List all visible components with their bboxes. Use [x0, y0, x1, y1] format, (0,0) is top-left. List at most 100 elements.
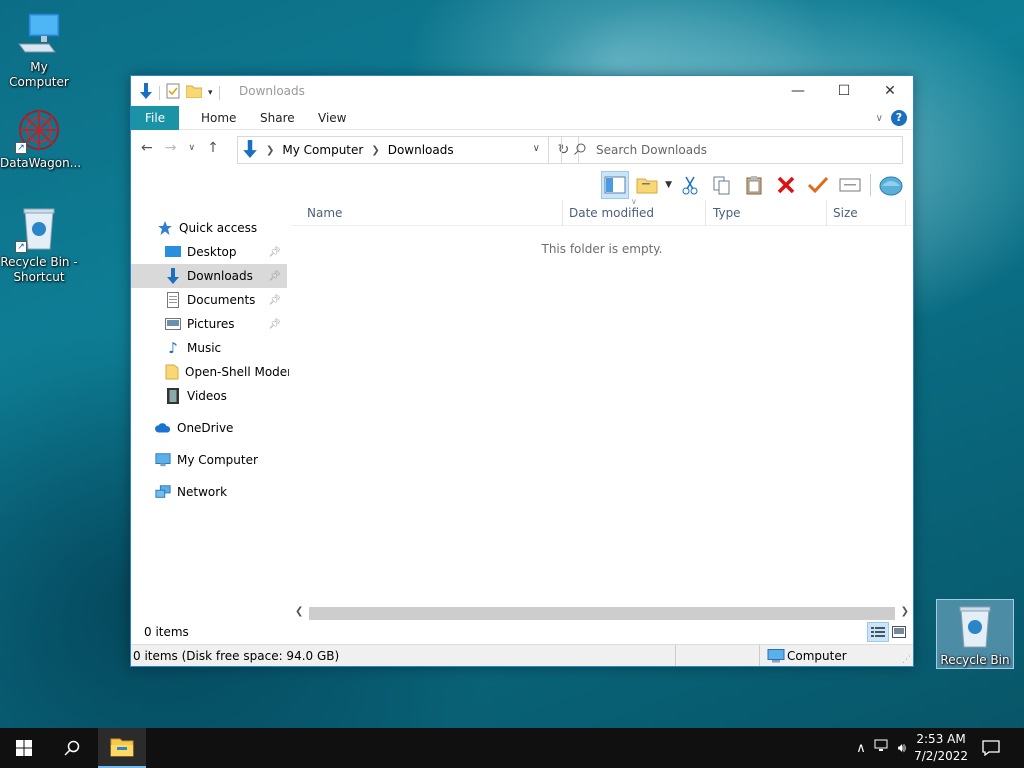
sidebar-item-onedrive[interactable]: OneDrive	[131, 416, 287, 440]
sidebar-item-label: Network	[177, 485, 228, 499]
pin-icon[interactable]: 📌︎	[268, 295, 281, 306]
up-arrow-icon[interactable]: ↑	[207, 140, 219, 156]
column-header-name[interactable]: Name	[307, 206, 342, 220]
ribbon-right-controls: ∨ ?	[876, 110, 907, 126]
tab-share[interactable]: Share	[246, 106, 309, 130]
address-dropdown-icon[interactable]: ∨	[533, 143, 540, 154]
copy-icon[interactable]	[708, 171, 736, 199]
details-status-bar: 0 items (Disk free space: 94.0 GB) Compu…	[131, 644, 913, 666]
item-count: 0 items	[144, 625, 189, 639]
column-divider[interactable]	[562, 200, 563, 226]
network-icon	[155, 484, 171, 500]
sidebar-item-downloads[interactable]: Downloads 📌︎	[131, 264, 287, 288]
column-divider[interactable]	[826, 200, 827, 226]
column-header-type[interactable]: Type	[713, 206, 741, 220]
desktop-icon-my-computer[interactable]: My Computer	[0, 10, 78, 90]
volume-icon[interactable]: 🔊︎	[898, 741, 906, 756]
breadcrumb-chevron-icon[interactable]: ❯	[371, 145, 379, 156]
new-folder-icon[interactable]	[633, 171, 661, 199]
breadcrumb-chevron-icon[interactable]: ❯	[266, 145, 274, 156]
sidebar-item-quick-access[interactable]: Quick access	[131, 216, 287, 240]
nav-arrows: ← → ∨ ↑	[141, 140, 219, 156]
back-arrow-icon[interactable]: ←	[141, 140, 153, 156]
desktop-icon-recycle-bin[interactable]: Recycle Bin	[936, 599, 1014, 669]
recycle-bin-icon	[951, 603, 999, 651]
column-divider[interactable]	[705, 200, 706, 226]
taskbar-file-explorer[interactable]	[98, 728, 146, 768]
breadcrumb-my-computer[interactable]: My Computer	[282, 143, 363, 157]
scrollbar-thumb[interactable]	[309, 607, 895, 620]
sort-indicator-icon: ∨	[631, 197, 637, 206]
column-header-size[interactable]: Size	[833, 206, 858, 220]
tab-home[interactable]: Home	[187, 106, 250, 130]
breadcrumb-downloads[interactable]: Downloads	[388, 143, 454, 157]
sidebar-item-my-computer[interactable]: My Computer	[131, 448, 287, 472]
location-label: Computer	[787, 649, 847, 663]
column-header-date-modified[interactable]: Date modified	[569, 206, 654, 220]
download-arrow-icon	[139, 83, 153, 102]
file-list-pane[interactable]: Name Date modified ∨ Type Size This fold…	[291, 197, 913, 642]
notification-icon	[982, 740, 1000, 756]
sidebar-item-pictures[interactable]: Pictures 📌︎	[131, 312, 287, 336]
tab-file[interactable]: File	[131, 106, 180, 130]
search-icon	[574, 143, 586, 158]
details-view-button[interactable]	[867, 622, 889, 642]
item-status-bar: 0 items	[131, 621, 913, 643]
clock-time: 2:53 AM	[916, 732, 966, 746]
dropdown-arrow-icon[interactable]: ▼	[665, 180, 672, 190]
properties-icon[interactable]	[166, 83, 180, 102]
sidebar-item-desktop[interactable]: Desktop 📌︎	[131, 240, 287, 264]
scroll-left-arrow-icon[interactable]: ❮	[295, 606, 303, 617]
pin-icon[interactable]: 📌︎	[268, 271, 281, 282]
sidebar-item-label: Desktop	[187, 245, 237, 259]
expand-ribbon-icon[interactable]: ∨	[876, 113, 883, 124]
sidebar-item-label: Downloads	[187, 269, 253, 283]
forward-arrow-icon[interactable]: →	[165, 140, 177, 156]
sidebar-item-network[interactable]: Network	[131, 480, 287, 504]
sidebar-item-music[interactable]: ♪ Music	[131, 336, 287, 360]
sidebar-item-documents[interactable]: Documents 📌︎	[131, 288, 287, 312]
help-icon[interactable]: ?	[891, 110, 907, 126]
desktop-icon-datawagon[interactable]: ↗ DataWagon...	[0, 106, 81, 171]
resize-grip-icon[interactable]: ⋰	[902, 655, 911, 665]
details-view-icon	[871, 627, 885, 637]
large-icons-view-button[interactable]	[889, 622, 909, 642]
system-clock[interactable]: 2:53 AM 7/2/2022	[914, 731, 968, 765]
tab-view[interactable]: View	[304, 106, 360, 130]
sidebar-item-videos[interactable]: Videos	[131, 384, 287, 408]
maximize-button[interactable]: ☐	[821, 76, 867, 106]
pin-icon[interactable]: 📌︎	[268, 319, 281, 330]
window-controls: — ☐ ✕	[775, 76, 913, 106]
sidebar-item-label: Open-Shell Modern	[185, 365, 289, 379]
recent-locations-icon[interactable]: ∨	[188, 143, 195, 153]
new-folder-icon[interactable]	[185, 84, 203, 101]
close-button[interactable]: ✕	[867, 76, 913, 106]
search-button[interactable]	[48, 728, 96, 768]
email-icon[interactable]	[836, 171, 864, 199]
pin-icon[interactable]: 📌︎	[268, 247, 281, 258]
delete-icon[interactable]	[772, 171, 800, 199]
sidebar-item-open-shell[interactable]: Open-Shell Modern	[131, 360, 289, 384]
download-arrow-icon	[165, 268, 181, 284]
paste-icon[interactable]	[740, 171, 768, 199]
desktop-icon-recycle-bin-shortcut[interactable]: ↗ Recycle Bin - Shortcut	[0, 205, 78, 285]
column-divider[interactable]	[905, 200, 906, 226]
show-hidden-icons-icon[interactable]: ∧	[856, 741, 866, 756]
network-status-icon[interactable]	[874, 739, 890, 757]
minimize-button[interactable]: —	[775, 76, 821, 106]
notifications-button[interactable]	[968, 728, 1014, 768]
search-box[interactable]	[561, 136, 903, 164]
horizontal-scrollbar[interactable]: ❮ ❯	[291, 605, 913, 622]
settings-shell-icon[interactable]	[877, 171, 905, 199]
address-bar[interactable]: ❯ My Computer ❯ Downloads ∨	[237, 136, 549, 164]
explorer-window: ▾ Downloads — ☐ ✕ File Home Share View ∨…	[130, 75, 914, 667]
music-icon: ♪	[168, 339, 178, 357]
search-input[interactable]	[596, 143, 876, 157]
checkmark-icon[interactable]	[804, 171, 832, 199]
scroll-right-arrow-icon[interactable]: ❯	[901, 606, 909, 617]
navigation-pane-button[interactable]	[601, 171, 630, 199]
title-bar[interactable]: ▾ Downloads — ☐ ✕	[131, 76, 913, 106]
customize-qat-icon[interactable]: ▾	[208, 88, 213, 98]
cut-icon[interactable]	[676, 171, 704, 199]
start-button[interactable]	[0, 728, 48, 768]
